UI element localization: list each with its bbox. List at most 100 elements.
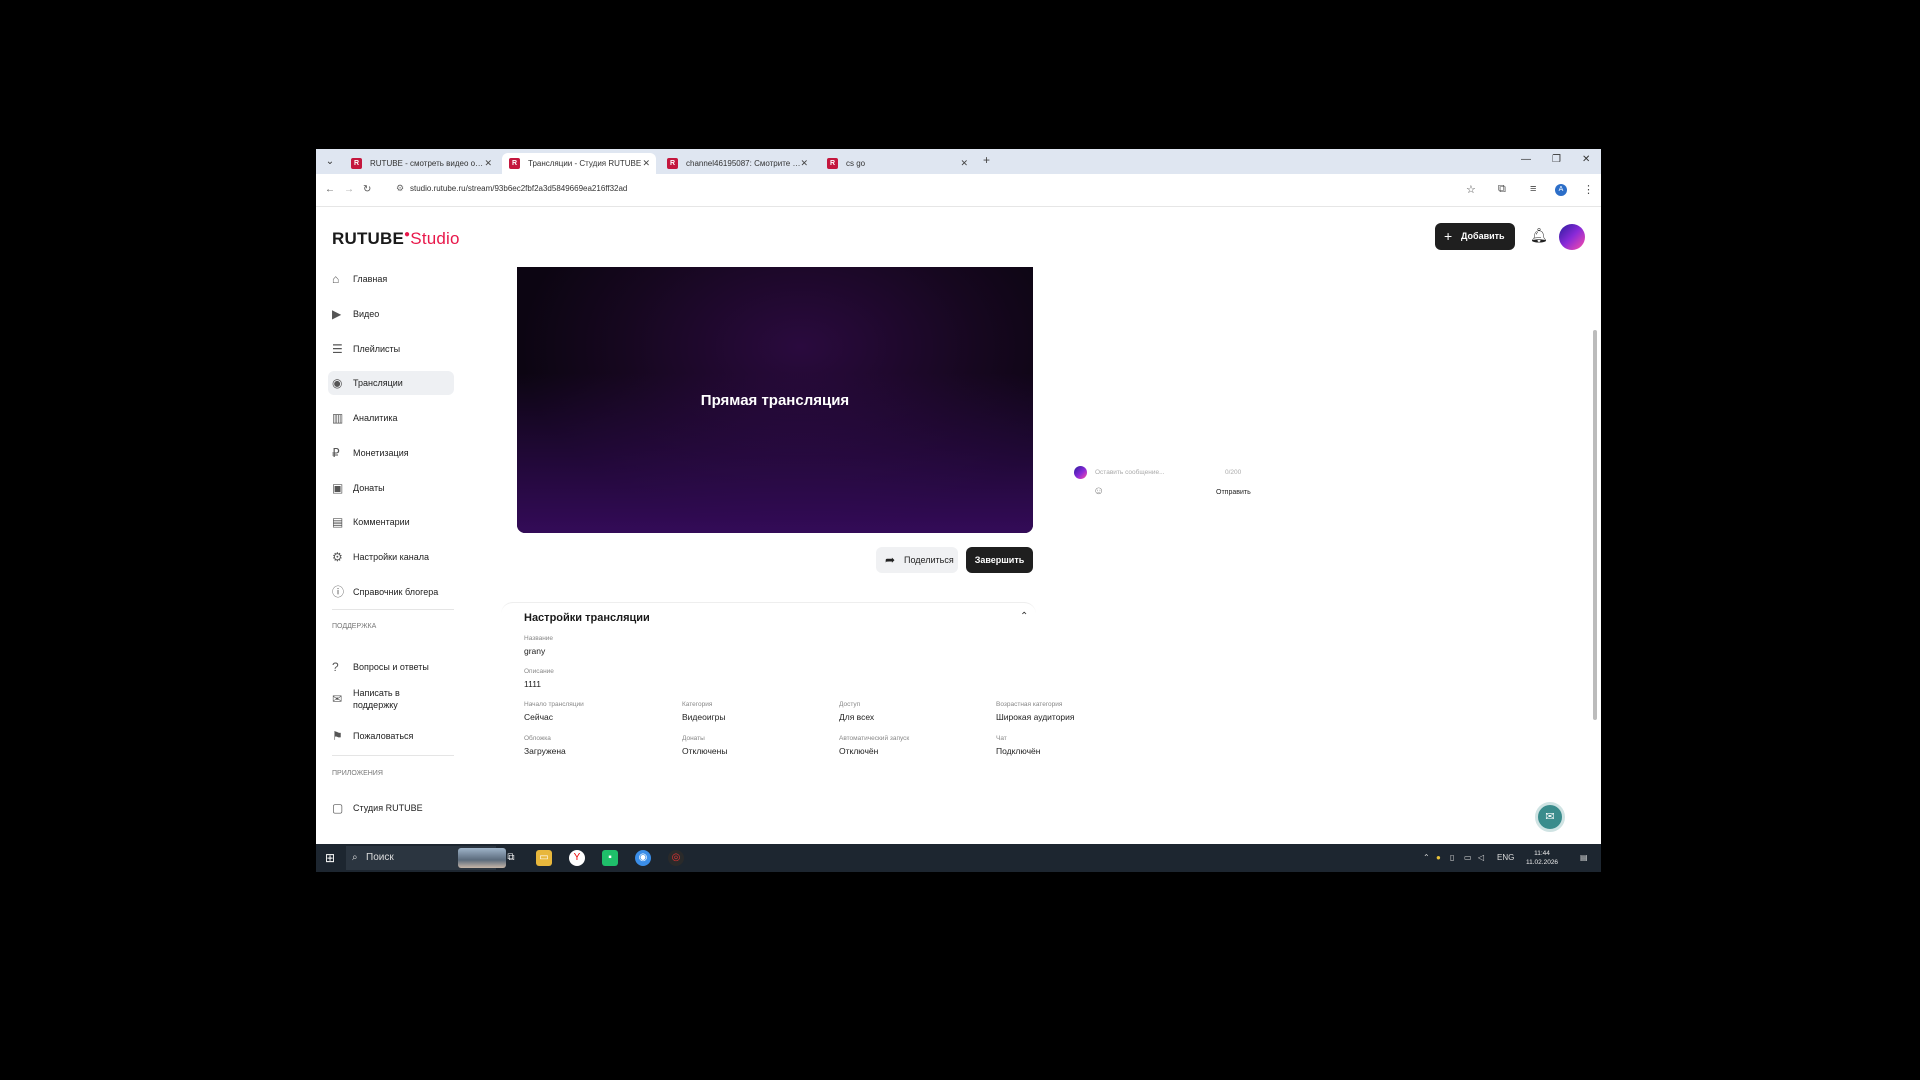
sidebar-item-label: Донаты: [353, 483, 385, 493]
stream-settings-card: [501, 602, 1036, 872]
sidebar-item-donations[interactable]: ▣ Донаты: [328, 476, 454, 500]
rutube-studio-logo[interactable]: RUTUBE●Studio: [332, 229, 460, 249]
field-label: Доступ: [839, 701, 861, 708]
player-title: Прямая трансляция: [700, 392, 850, 409]
field-label: Возрастная категория: [996, 701, 1063, 708]
sidebar-item-label: Монетизация: [353, 448, 409, 458]
profile-icon[interactable]: A: [1555, 184, 1567, 196]
sidebar-item-monetization[interactable]: ₽ Монетизация: [328, 441, 454, 465]
close-icon[interactable]: ✕: [960, 153, 968, 174]
emoji-icon[interactable]: ☺: [1093, 485, 1104, 497]
sidebar-item-label: Написать в поддержку: [353, 688, 400, 710]
yandex-browser-icon[interactable]: Y: [569, 850, 585, 866]
playlist-icon: ☰: [332, 342, 343, 356]
sidebar-item-channel-settings[interactable]: ⚙ Настройки канала: [328, 545, 454, 569]
notifications-icon[interactable]: ▤: [1580, 853, 1588, 862]
field-value: 1111: [524, 679, 542, 689]
forward-icon[interactable]: →: [344, 184, 354, 195]
sidebar-item-label: Главная: [353, 274, 388, 284]
sidebar-item-analytics[interactable]: ▥ Аналитика: [328, 406, 454, 430]
video-icon: ▶: [332, 307, 342, 321]
extensions-icon[interactable]: ⧉: [1498, 183, 1506, 196]
flag-icon: ⚑: [332, 729, 343, 743]
close-icon[interactable]: ✕: [484, 153, 492, 174]
sidebar-item-label: Трансляции: [353, 378, 403, 388]
avatar[interactable]: [1559, 224, 1585, 250]
restore-icon[interactable]: ❐: [1552, 154, 1561, 165]
sidebar-item-label: Аналитика: [353, 413, 398, 423]
sidebar-item-studio-app[interactable]: ▢ Студия RUTUBE: [328, 796, 454, 820]
field-value: Отключён: [839, 746, 879, 756]
tab-cs-go[interactable]: R cs go ✕: [820, 153, 974, 174]
tray-chevron-icon[interactable]: ⌃: [1423, 853, 1430, 862]
help-chat-button[interactable]: ✉: [1535, 802, 1565, 832]
sidebar-item-label: Настройки канала: [353, 552, 430, 562]
sidebar-item-faq[interactable]: ? Вопросы и ответы: [328, 655, 454, 679]
close-icon[interactable]: ✕: [800, 153, 808, 174]
windows-start-icon[interactable]: ⊞: [325, 851, 335, 865]
back-icon[interactable]: ←: [325, 184, 335, 195]
ruble-icon: ₽: [332, 446, 340, 460]
rutube-favicon-icon: R: [351, 158, 362, 169]
chat-send-button[interactable]: Отправить: [1216, 489, 1251, 496]
tab-title: channel46195087: Смотрите о...: [686, 159, 801, 168]
gift-icon: ▣: [332, 481, 344, 495]
search-highlight-image: [458, 848, 506, 868]
minimize-icon[interactable]: —: [1521, 154, 1531, 165]
tab-channel[interactable]: R channel46195087: Смотрите о... ✕: [660, 153, 814, 174]
chrome-icon[interactable]: ◉: [635, 850, 651, 866]
obs-icon[interactable]: ◎: [668, 850, 684, 866]
url-field[interactable]: ⚙ studio.rutube.ru/stream/93b6ec2fbf2a3d…: [396, 179, 1553, 201]
media-icon[interactable]: ≡: [1530, 183, 1536, 195]
sidebar-item-report[interactable]: ⚑ Пожаловаться: [328, 724, 454, 748]
bell-icon[interactable]: 🔔︎: [1530, 227, 1548, 244]
sidebar-item-home[interactable]: ⌂ Главная: [328, 267, 454, 291]
chevron-up-icon[interactable]: ⌃: [1020, 611, 1028, 622]
sidebar-item-blogger-guide[interactable]: ⓘ Справочник блогера: [328, 580, 454, 604]
sidebar-divider: [332, 755, 454, 756]
tray-clock[interactable]: 11:44 11.02.2026: [1526, 849, 1558, 867]
page-scrollbar[interactable]: [1593, 330, 1597, 720]
sidebar-item-contact-support[interactable]: ✉ Написать в поддержку: [328, 685, 428, 713]
reload-icon[interactable]: ↻: [363, 184, 371, 195]
field-label: Автоматический запуск: [839, 735, 910, 742]
chat-message-input[interactable]: Оставить сообщение...: [1095, 466, 1220, 480]
share-button[interactable]: ➦ Поделиться: [876, 547, 958, 573]
sidebar-item-video[interactable]: ▶ Видео: [328, 302, 454, 326]
add-button-label: Добавить: [1461, 231, 1505, 241]
taskbar-search[interactable]: ⌕ Поиск: [346, 846, 506, 870]
task-view-icon[interactable]: ⧉: [503, 850, 519, 866]
tab-studio-streams[interactable]: R Трансляции - Студия RUTUBE ✕: [502, 153, 656, 174]
tray-language[interactable]: ENG: [1497, 853, 1514, 862]
sidebar-item-comments[interactable]: ▤ Комментарии: [328, 510, 454, 534]
add-button[interactable]: + Добавить: [1435, 223, 1515, 250]
new-tab-button[interactable]: +: [983, 153, 990, 167]
field-label: Обложка: [524, 735, 551, 742]
finish-stream-button[interactable]: Завершить: [966, 547, 1033, 573]
chat-char-counter: 0/200: [1225, 469, 1242, 476]
sidebar-item-label: Пожаловаться: [353, 731, 414, 741]
tray-date: 11.02.2026: [1526, 859, 1559, 866]
tray-battery-icon[interactable]: ▯: [1450, 853, 1454, 862]
sidebar-item-playlists[interactable]: ☰ Плейлисты: [328, 337, 454, 361]
sidebar-item-streams[interactable]: ◉ Трансляции: [328, 371, 454, 395]
chat-panel: [1058, 267, 1268, 558]
window-close-icon[interactable]: ✕: [1582, 154, 1590, 165]
app-icon[interactable]: ▪: [602, 850, 618, 866]
sidebar-item-label: Плейлисты: [353, 344, 401, 354]
tab-rutube[interactable]: R RUTUBE - смотреть видео он... ✕: [344, 153, 498, 174]
tray-volume-icon[interactable]: ◁: [1478, 853, 1484, 862]
bookmark-star-icon[interactable]: ☆: [1466, 183, 1476, 196]
tray-app-icon[interactable]: ●: [1436, 853, 1441, 862]
video-player[interactable]: Прямая трансляция: [517, 267, 1033, 533]
app-icon: ▢: [332, 801, 344, 815]
rutube-favicon-icon: R: [827, 158, 838, 169]
site-info-icon[interactable]: ⚙: [396, 183, 404, 194]
menu-kebab-icon[interactable]: ⋮: [1583, 183, 1594, 196]
sidebar-section-apps: ПРИЛОЖЕНИЯ: [332, 770, 383, 777]
file-explorer-icon[interactable]: ▭: [536, 850, 552, 866]
tab-search-chevron-icon[interactable]: ⌄: [322, 154, 338, 170]
plus-icon: +: [1444, 228, 1453, 244]
tray-network-icon[interactable]: ▭: [1464, 853, 1472, 862]
close-icon[interactable]: ✕: [642, 153, 650, 174]
